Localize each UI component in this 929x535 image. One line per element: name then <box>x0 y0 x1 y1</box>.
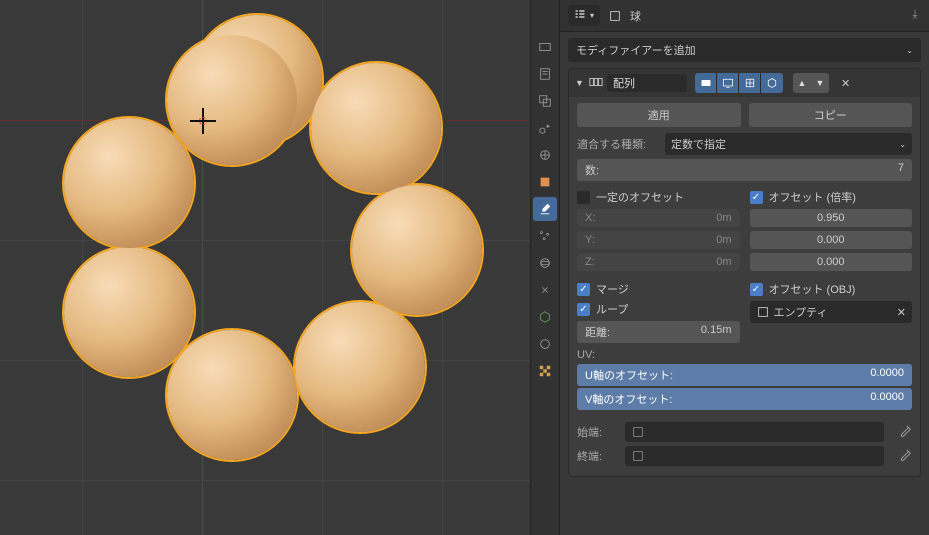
header-context-dropdown[interactable]: ▾ <box>568 5 600 26</box>
merge-distance-field[interactable]: 距離: 0.15m <box>577 321 740 343</box>
tab-physics[interactable] <box>533 251 557 275</box>
start-cap-label: 始端: <box>577 424 617 440</box>
end-cap-label: 終端: <box>577 448 617 464</box>
v-offset-label: V軸のオフセット: <box>585 391 870 407</box>
display-toggle-group <box>695 73 783 93</box>
modifier-array-panel: ▼ ▲ ▼ ✕ 適用 <box>568 68 921 477</box>
relative-offset-y[interactable]: 0.000 <box>750 231 913 249</box>
end-cap-picker[interactable] <box>625 446 884 466</box>
modifier-name-field[interactable] <box>607 74 687 92</box>
constant-offset-x[interactable]: X:0m <box>577 209 740 227</box>
grid-line <box>0 480 530 481</box>
start-cap-picker[interactable] <box>625 422 884 442</box>
array-modifier-icon <box>589 75 603 92</box>
u-offset-label: U軸のオフセット: <box>585 367 870 383</box>
object-offset-label: オフセット (OBJ) <box>769 281 856 297</box>
tab-world[interactable] <box>533 143 557 167</box>
sphere <box>167 330 297 460</box>
eyedropper-icon[interactable] <box>898 448 912 465</box>
constant-offset-z[interactable]: Z:0m <box>577 253 740 271</box>
v-offset-field[interactable]: V軸のオフセット: 0.0000 <box>577 388 912 410</box>
chevron-down-icon: ⌄ <box>906 46 913 55</box>
merge-label: マージ <box>596 281 629 297</box>
modifier-header: ▼ ▲ ▼ ✕ <box>569 69 920 97</box>
first-last-checkbox[interactable]: ✓ <box>577 303 590 316</box>
first-last-label: ループ <box>596 301 628 317</box>
object-icon <box>631 425 645 439</box>
object-offset-picker[interactable]: エンプティ ✕ <box>750 301 913 323</box>
tab-mesh[interactable] <box>533 305 557 329</box>
clear-button[interactable]: ✕ <box>897 306 906 319</box>
constant-offset-y[interactable]: Y:0m <box>577 231 740 249</box>
properties-tabs <box>530 0 560 535</box>
object-icon <box>756 305 770 319</box>
tab-object[interactable] <box>533 170 557 194</box>
tab-material[interactable] <box>533 332 557 356</box>
properties-header: ▾ 球 <box>560 0 929 32</box>
options-icon <box>574 8 586 23</box>
merge-checkbox[interactable]: ✓ <box>577 283 590 296</box>
object-data-icon <box>608 9 622 23</box>
count-value: 7 <box>898 162 904 178</box>
move-up-button[interactable]: ▲ <box>793 73 811 93</box>
sphere <box>167 35 297 165</box>
reorder-group: ▲ ▼ <box>793 73 829 93</box>
apply-button[interactable]: 適用 <box>577 103 741 127</box>
modifier-body: 適用 コピー 適合する種類: 定数で指定 ⌄ 数: 7 <box>569 97 920 476</box>
cage-visibility-toggle[interactable] <box>761 73 783 93</box>
u-offset-value: 0.0000 <box>870 367 904 383</box>
pin-icon[interactable] <box>909 8 921 23</box>
count-label: 数: <box>585 162 898 178</box>
tab-render[interactable] <box>533 35 557 59</box>
add-modifier-dropdown[interactable]: モディファイアーを追加 ⌄ <box>568 38 921 62</box>
fit-type-select[interactable]: 定数で指定 ⌄ <box>665 133 912 155</box>
render-visibility-toggle[interactable] <box>695 73 717 93</box>
tab-output[interactable] <box>533 62 557 86</box>
tab-constraints[interactable] <box>533 278 557 302</box>
relative-offset-label: オフセット (倍率) <box>769 189 856 205</box>
remove-modifier-button[interactable]: ✕ <box>841 77 850 90</box>
tab-texture[interactable] <box>533 359 557 383</box>
chevron-down-icon: ▾ <box>590 11 594 20</box>
u-offset-field[interactable]: U軸のオフセット: 0.0000 <box>577 364 912 386</box>
tab-scene[interactable] <box>533 116 557 140</box>
object-name: 球 <box>630 8 641 24</box>
sphere <box>64 118 194 248</box>
move-down-button[interactable]: ▼ <box>811 73 829 93</box>
disclosure-triangle[interactable]: ▼ <box>575 78 585 88</box>
constant-offset-checkbox[interactable] <box>577 191 590 204</box>
count-field[interactable]: 数: 7 <box>577 159 912 181</box>
properties-body: モディファイアーを追加 ⌄ ▼ ▲ ▼ ✕ <box>560 32 929 535</box>
object-icon <box>631 449 645 463</box>
v-offset-value: 0.0000 <box>870 391 904 407</box>
tab-modifiers[interactable] <box>533 197 557 221</box>
relative-offset-x[interactable]: 0.950 <box>750 209 913 227</box>
merge-distance-label: 距離: <box>585 324 701 340</box>
sphere <box>352 185 482 315</box>
constant-offset-label: 一定のオフセット <box>596 189 684 205</box>
editmode-visibility-toggle[interactable] <box>739 73 761 93</box>
add-modifier-label: モディファイアーを追加 <box>576 42 696 58</box>
sphere <box>295 302 425 432</box>
array-object[interactable] <box>52 15 482 445</box>
eyedropper-icon[interactable] <box>898 424 912 441</box>
tab-viewlayer[interactable] <box>533 89 557 113</box>
viewport-3d[interactable] <box>0 0 530 535</box>
fit-type-label: 適合する種類: <box>577 136 657 152</box>
relative-offset-z[interactable]: 0.000 <box>750 253 913 271</box>
sphere <box>64 247 194 377</box>
fit-type-value: 定数で指定 <box>671 136 726 152</box>
tab-particles[interactable] <box>533 224 557 248</box>
properties-panel: ▾ 球 モディファイアーを追加 ⌄ ▼ <box>560 0 929 535</box>
relative-offset-checkbox[interactable]: ✓ <box>750 191 763 204</box>
viewport-visibility-toggle[interactable] <box>717 73 739 93</box>
sphere <box>311 63 441 193</box>
chevron-down-icon: ⌄ <box>899 140 906 149</box>
object-offset-checkbox[interactable]: ✓ <box>750 283 763 296</box>
copy-button[interactable]: コピー <box>749 103 913 127</box>
uv-section-label: UV: <box>577 349 912 361</box>
object-offset-target: エンプティ <box>774 304 828 320</box>
